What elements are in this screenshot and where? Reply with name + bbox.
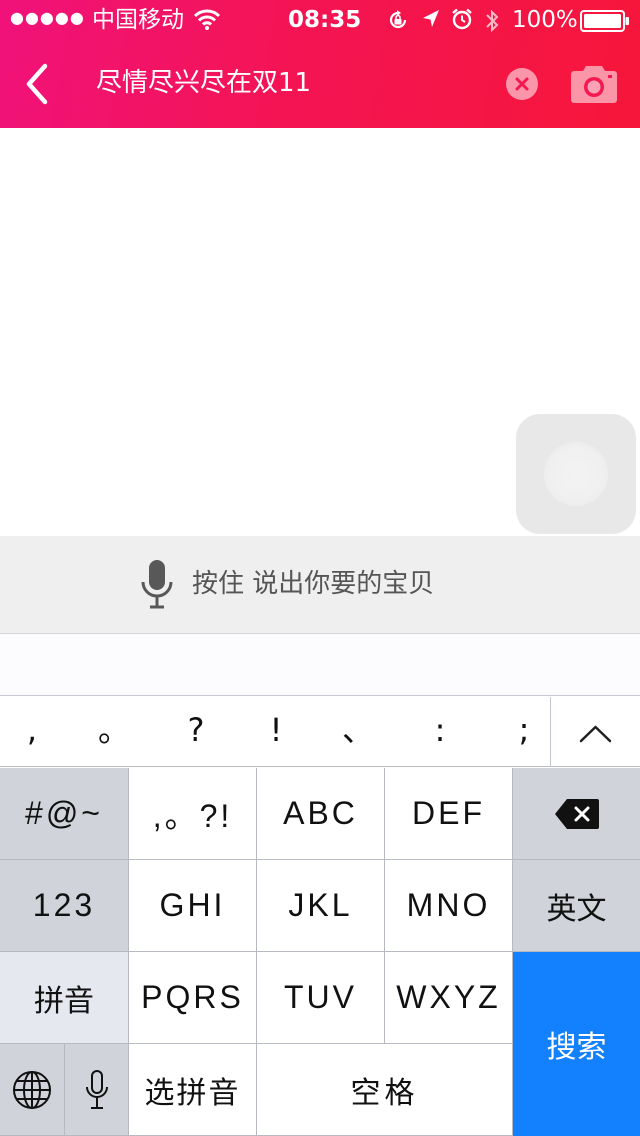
search-bar: 尽情尽兴尽在双11: [0, 40, 640, 128]
key-abc[interactable]: ABC: [257, 768, 385, 860]
key-choose-pinyin[interactable]: 选拼音: [129, 1044, 257, 1136]
search-key[interactable]: 搜索: [513, 952, 640, 1136]
battery-percentage: 100%: [512, 7, 578, 33]
search-input[interactable]: 尽情尽兴尽在双11: [96, 64, 311, 102]
space-key[interactable]: 空格: [257, 1044, 513, 1136]
wifi-icon: [193, 8, 221, 37]
header: ●●●●● 中国移动 08:35 100% 尽情尽兴尽在双11: [0, 0, 640, 128]
key-punctuation[interactable]: ,。?!: [129, 768, 257, 860]
punct-key-period[interactable]: 。: [84, 697, 144, 767]
key-mno[interactable]: MNO: [385, 860, 513, 952]
key-ghi[interactable]: GHI: [129, 860, 257, 952]
back-button[interactable]: [20, 62, 56, 106]
key-pinyin[interactable]: 拼音: [0, 952, 129, 1044]
chevron-up-icon: [579, 725, 612, 743]
voice-search-bar[interactable]: 按住 说出你要的宝贝: [0, 536, 640, 634]
assistive-touch-dot: [544, 442, 608, 506]
globe-key[interactable]: [0, 1044, 65, 1136]
dictation-key[interactable]: [65, 1044, 129, 1136]
key-symbols[interactable]: #@~: [0, 768, 129, 860]
alarm-clock-icon: [451, 8, 473, 37]
assistive-touch-button[interactable]: [516, 414, 636, 534]
globe-icon: [13, 1070, 51, 1109]
carrier-name: 中国移动: [92, 7, 184, 33]
signal-strength-icon: ●●●●●: [10, 8, 85, 27]
key-wxyz[interactable]: WXYZ: [385, 952, 513, 1044]
chevron-left-icon: [26, 63, 48, 105]
punct-key-dunhao[interactable]: 、: [328, 697, 388, 767]
delete-key[interactable]: [513, 768, 640, 860]
key-english[interactable]: 英文: [513, 860, 640, 952]
status-bar: ●●●●● 中国移动 08:35 100%: [0, 0, 640, 40]
key-def[interactable]: DEF: [385, 768, 513, 860]
clock: 08:35: [288, 7, 362, 33]
microphone-icon: [140, 558, 174, 610]
keyboard-candidate-strip: [0, 634, 640, 696]
voice-search-label: 按住 说出你要的宝贝: [192, 569, 435, 599]
key-numbers[interactable]: 123: [0, 860, 129, 952]
punct-key-exclamation[interactable]: !: [246, 697, 306, 767]
key-jkl[interactable]: JKL: [257, 860, 385, 952]
punct-key-semicolon[interactable]: ;: [494, 697, 554, 767]
key-pqrs[interactable]: PQRS: [129, 952, 257, 1044]
backspace-icon: [554, 798, 599, 829]
punctuation-row: , 。 ? ! 、 : ;: [0, 697, 640, 767]
battery-icon: [580, 10, 630, 39]
bluetooth-icon: [484, 8, 500, 41]
collapse-keyboard-button[interactable]: [551, 697, 640, 767]
punct-key-colon[interactable]: :: [410, 697, 470, 767]
key-tuv[interactable]: TUV: [257, 952, 385, 1044]
clear-search-button[interactable]: [506, 68, 538, 100]
punct-key-comma[interactable]: ,: [2, 697, 62, 767]
camera-icon: [571, 66, 617, 103]
microphone-icon: [85, 1069, 108, 1109]
punct-key-question[interactable]: ?: [166, 697, 226, 767]
location-arrow-icon: [421, 8, 441, 37]
clear-circle-icon: [515, 77, 529, 91]
camera-search-button[interactable]: [570, 62, 618, 104]
rotation-lock-icon: [386, 8, 410, 39]
